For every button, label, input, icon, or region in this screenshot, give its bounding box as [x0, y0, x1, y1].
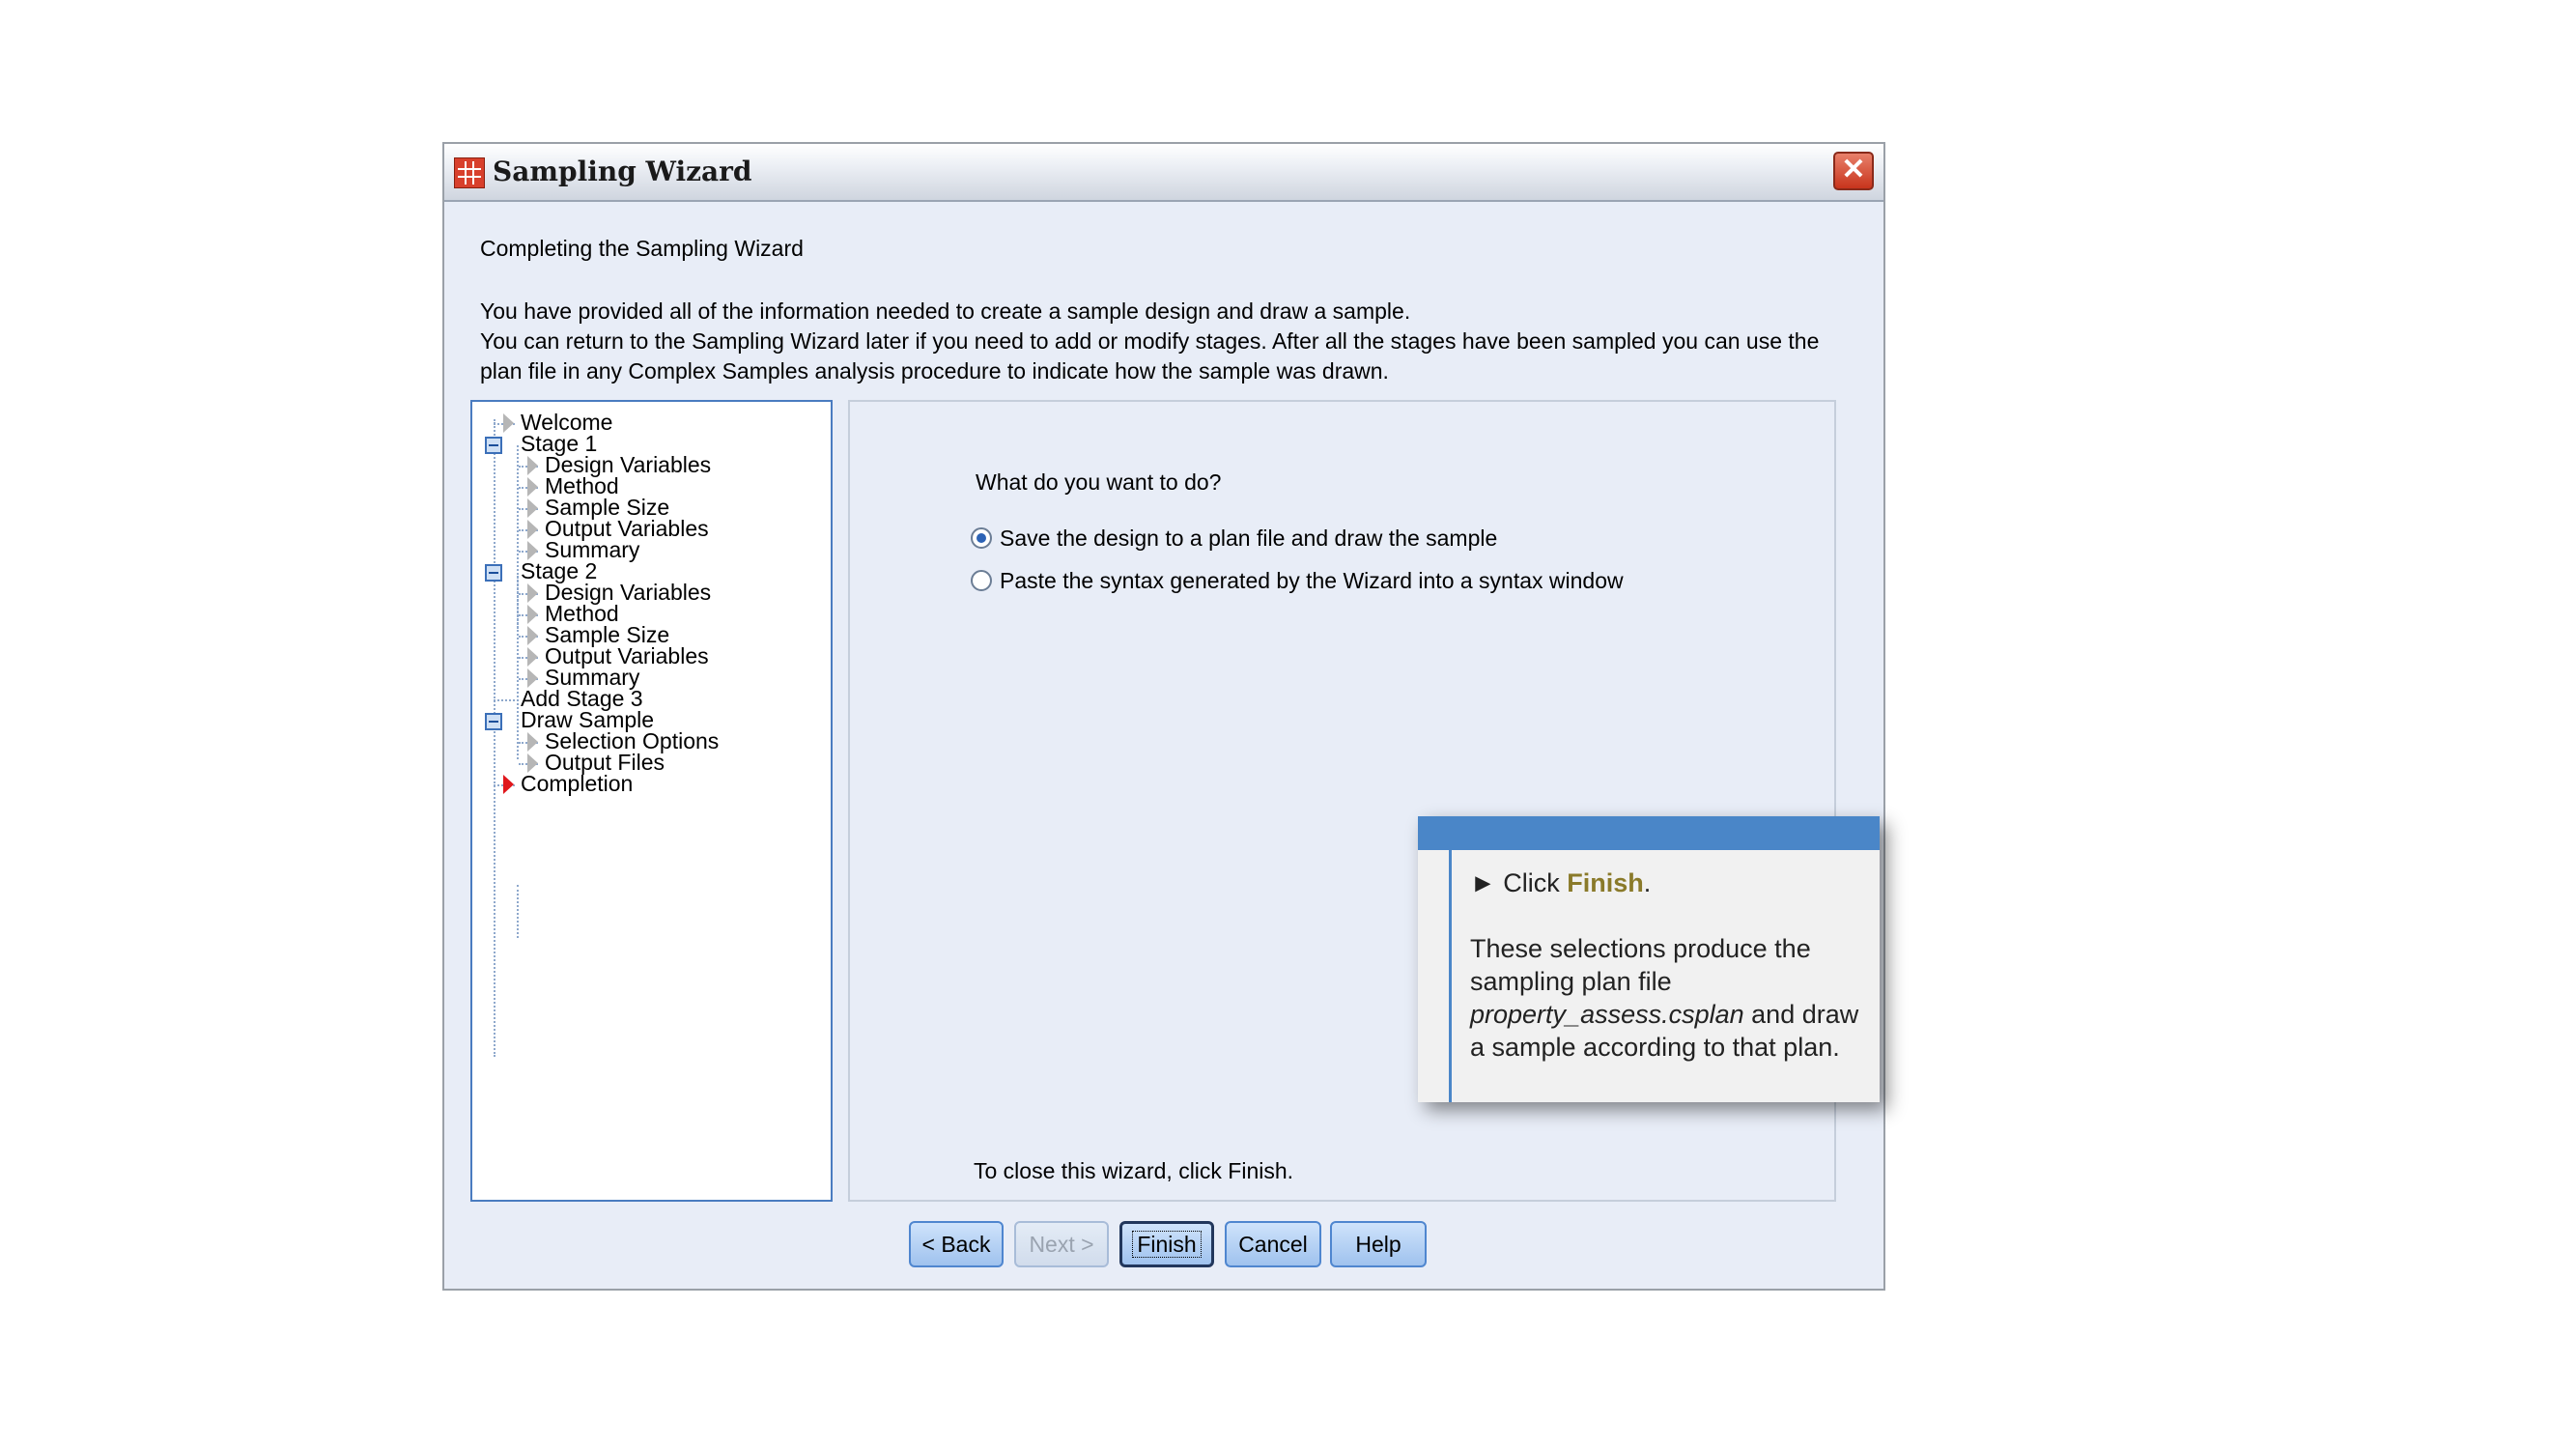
step-arrow-icon: [527, 753, 538, 773]
callout-step-suffix: .: [1643, 868, 1652, 897]
step-arrow-icon: [527, 605, 538, 624]
step-arrow-icon: [527, 668, 538, 688]
description: You have provided all of the information…: [480, 297, 1852, 386]
callout-step-prefix: ► Click: [1470, 868, 1568, 897]
description-line: You can return to the Sampling Wizard la…: [480, 328, 1820, 354]
sampling-wizard-dialog: Sampling Wizard ✕ Completing the Samplin…: [442, 142, 1885, 1291]
radio-button-selected[interactable]: [971, 527, 992, 549]
page-heading: Completing the Sampling Wizard: [480, 236, 804, 261]
cancel-button[interactable]: Cancel: [1225, 1221, 1321, 1267]
title-bar[interactable]: Sampling Wizard ✕: [444, 144, 1883, 202]
next-button[interactable]: Next >: [1014, 1221, 1109, 1267]
radio-label[interactable]: Save the design to a plan file and draw …: [1000, 526, 1497, 552]
current-step-arrow-icon: [503, 775, 514, 794]
step-arrow-icon: [527, 520, 538, 539]
finish-button[interactable]: Finish: [1119, 1221, 1214, 1267]
radio-button[interactable]: [971, 570, 992, 591]
tree-connector: [517, 576, 519, 759]
callout-header-bar: [1418, 816, 1880, 850]
callout-explanation: These selections produce the sampling pl…: [1470, 932, 1866, 1064]
help-button[interactable]: Help: [1330, 1221, 1427, 1267]
description-line: You have provided all of the information…: [480, 298, 1411, 324]
step-arrow-icon: [527, 626, 538, 645]
close-button[interactable]: ✕: [1833, 152, 1874, 190]
tree-connector: [494, 699, 515, 701]
step-arrow-icon: [527, 498, 538, 518]
close-instruction: To close this wizard, click Finish.: [974, 1158, 1294, 1183]
collapse-icon[interactable]: [485, 564, 502, 582]
callout-body: ► Click Finish. These selections produce…: [1470, 867, 1866, 1064]
finish-button-label: Finish: [1132, 1231, 1202, 1258]
callout-step-action: Finish: [1567, 868, 1644, 897]
step-arrow-icon: [503, 413, 514, 433]
callout-accent-line: [1449, 850, 1452, 1102]
callout-text: These selections produce the sampling pl…: [1470, 934, 1811, 996]
tutorial-callout: ► Click Finish. These selections produce…: [1418, 816, 1880, 1102]
step-arrow-icon: [527, 541, 538, 560]
collapse-icon[interactable]: [485, 713, 502, 730]
back-button[interactable]: < Back: [909, 1221, 1004, 1267]
step-arrow-icon: [527, 583, 538, 603]
window-title: Sampling Wizard: [493, 156, 752, 187]
tree-item-completion[interactable]: Completion: [521, 771, 633, 797]
step-arrow-icon: [527, 477, 538, 497]
collapse-icon[interactable]: [485, 437, 502, 454]
spss-table-icon: [454, 157, 485, 188]
step-arrow-icon: [527, 647, 538, 667]
question-label: What do you want to do?: [976, 469, 1222, 495]
step-arrow-icon: [527, 456, 538, 475]
callout-filename: property_assess.csplan: [1470, 1000, 1744, 1029]
step-arrow-icon: [527, 732, 538, 752]
wizard-step-tree[interactable]: Welcome Stage 1 Design Variables Method …: [470, 400, 833, 1202]
description-line: plan file in any Complex Samples analysi…: [480, 358, 1389, 384]
callout-step: ► Click Finish.: [1470, 867, 1866, 899]
tree-connector: [494, 419, 495, 1057]
tree-connector: [517, 885, 519, 938]
radio-label[interactable]: Paste the syntax generated by the Wizard…: [1000, 568, 1624, 594]
